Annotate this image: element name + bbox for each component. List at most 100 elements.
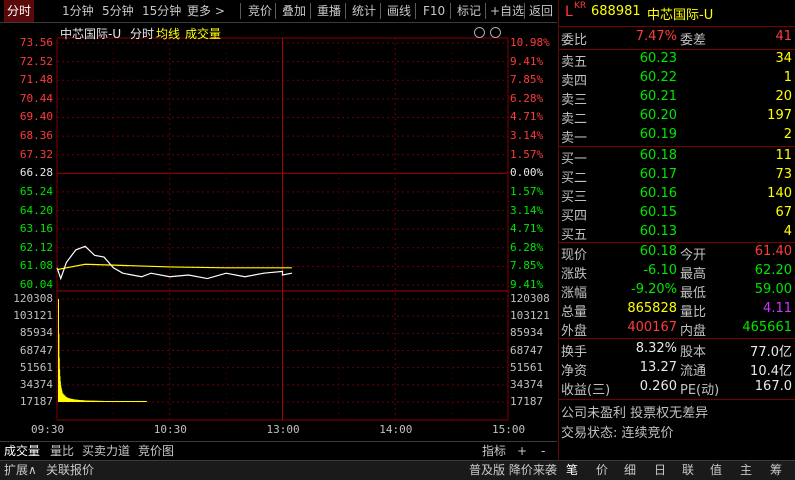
stats-value: 0.260 — [639, 379, 677, 394]
ask-row[interactable]: 卖二 60.20 197 — [561, 108, 794, 127]
bid-label: 买五 — [561, 228, 588, 243]
toolbar-overlay[interactable]: 叠加 — [282, 0, 306, 22]
toolbar-divider — [524, 3, 525, 19]
ask-label: 卖二 — [561, 112, 588, 127]
ask-volume: 197 — [767, 108, 792, 123]
ask-row[interactable]: 卖五 60.23 34 — [561, 51, 794, 70]
quote-row[interactable]: 现价 60.18 今开 61.40 — [561, 244, 794, 263]
tab-chips[interactable]: 筹 — [770, 461, 782, 480]
bid-row[interactable]: 买三 60.16 140 — [561, 186, 794, 205]
stock-code: 688981 — [591, 4, 641, 19]
toolbar-5min[interactable]: 5分钟 — [102, 0, 134, 22]
toolbar-divider — [450, 3, 451, 19]
bid-volume: 140 — [767, 186, 792, 201]
bid-row[interactable]: 买四 60.15 67 — [561, 205, 794, 224]
time-tick: 13:00 — [266, 423, 300, 436]
price-tick-right: 1.57% — [510, 184, 544, 198]
tab-volume-ratio[interactable]: 量比 — [50, 442, 74, 460]
toolbar-15min[interactable]: 15分钟 — [142, 0, 181, 22]
toolbar-more[interactable]: 更多 > — [187, 0, 225, 22]
volume-bar — [145, 401, 147, 402]
price-line — [56, 245, 293, 281]
toolbar-mark[interactable]: 标记 — [457, 0, 481, 22]
ask-row[interactable]: 卖三 60.21 20 — [561, 89, 794, 108]
zoom-out-button[interactable]: - — [541, 442, 545, 460]
quote-row[interactable]: 涨幅 -9.20% 最低 59.00 — [561, 282, 794, 301]
toolbar-back[interactable]: 返回 — [529, 0, 553, 22]
indicator-button[interactable]: 指标 — [482, 442, 506, 460]
zoom-icon[interactable] — [490, 27, 501, 38]
toolbar-divider — [275, 3, 276, 19]
related-quotes-button[interactable]: 关联报价 — [46, 461, 94, 480]
ask-volume: 1 — [783, 70, 792, 85]
tab-volume[interactable]: 成交量 — [4, 442, 40, 460]
chart-canvas[interactable] — [0, 23, 557, 440]
quote-value: 62.20 — [754, 263, 792, 278]
tab-linked[interactable]: 联 — [682, 461, 694, 480]
chart-mode-label: 分时 — [130, 27, 155, 41]
price-tick-left: 64.20 — [19, 203, 53, 217]
bid-label: 买一 — [561, 152, 588, 167]
bid-row[interactable]: 买一 60.18 11 — [561, 148, 794, 167]
bid-price: 60.15 — [639, 205, 677, 220]
stats-value: 77.0亿 — [750, 345, 792, 360]
toolbar-add-watchlist[interactable]: +自选 — [490, 0, 524, 22]
quote-row[interactable]: 外盘 400167 内盘 465661 — [561, 320, 794, 339]
toolbar-draw[interactable]: 画线 — [387, 0, 411, 22]
ask-volume: 34 — [775, 51, 792, 66]
volume-tick-right: 51561 — [510, 360, 544, 374]
tab-value[interactable]: 值 — [710, 461, 722, 480]
tab-detail[interactable]: 细 — [624, 461, 636, 480]
ask-row[interactable]: 卖一 60.19 2 — [561, 127, 794, 146]
ask-row[interactable]: 卖四 60.22 1 — [561, 70, 794, 89]
bid-price: 60.17 — [639, 167, 677, 182]
ask-label: 卖一 — [561, 131, 588, 146]
time-tick: 10:30 — [153, 423, 187, 436]
weibi-row: 委比 7.47% 委差 41 — [561, 29, 794, 48]
toolbar-auction[interactable]: 竞价 — [248, 0, 272, 22]
toolbar-replay[interactable]: 重播 — [317, 0, 341, 22]
price-tick-right: 6.28% — [510, 91, 544, 105]
tab-auction-chart[interactable]: 竞价图 — [138, 442, 174, 460]
ask-price: 60.19 — [639, 127, 677, 142]
toolbar-timeshare[interactable]: 分时 — [4, 0, 34, 22]
trade-status: 交易状态: 连续竞价 — [561, 422, 794, 441]
stats-row[interactable]: 收益(三) 0.260 PE(动) 167.0 — [561, 379, 794, 398]
stats-row[interactable]: 净资 13.27 流通 10.4亿 — [561, 360, 794, 379]
zoom-in-button[interactable]: + — [517, 442, 527, 460]
chart-title: 中芯国际-U — [60, 27, 122, 41]
toolbar-1min[interactable]: 1分钟 — [62, 0, 94, 22]
tab-price[interactable]: 价 — [596, 461, 608, 480]
tab-buy-sell-force[interactable]: 买卖力道 — [82, 442, 130, 460]
volume-tick-left: 17187 — [19, 395, 53, 408]
stats-value: 10.4亿 — [750, 364, 792, 379]
settings-icon[interactable] — [474, 27, 485, 38]
bid-volume: 73 — [775, 167, 792, 182]
toolbar-f10[interactable]: F10 — [423, 0, 445, 22]
promo-label[interactable]: 普及版 降价来袭 — [469, 461, 557, 480]
stats-label: 换手 — [561, 345, 588, 360]
expand-button[interactable]: 扩展∧ — [4, 461, 37, 480]
timeshare-chart[interactable]: 中芯国际-U 分时 均线 成交量 73.56 10.98% 72.52 9.41% 71… — [0, 23, 557, 440]
bid-row[interactable]: 买二 60.17 73 — [561, 167, 794, 186]
chart-grid — [56, 37, 509, 421]
ask-price: 60.22 — [639, 70, 677, 85]
quote-label: 最高 — [680, 267, 707, 282]
quote-value: 465661 — [742, 320, 792, 335]
quote-row[interactable]: 总量 865828 量比 4.11 — [561, 301, 794, 320]
stats-row[interactable]: 换手 8.32% 股本 77.0亿 — [561, 341, 794, 360]
tab-main[interactable]: 主 — [740, 461, 752, 480]
price-tick-left: 70.44 — [19, 91, 53, 105]
price-tick-right: 6.28% — [510, 240, 544, 254]
market-superscript: KR — [574, 1, 587, 11]
quote-row[interactable]: 涨跌 -6.10 最高 62.20 — [561, 263, 794, 282]
price-tick-left: 71.48 — [19, 73, 53, 87]
bid-row[interactable]: 买五 60.13 4 — [561, 224, 794, 243]
stats-label: 收益(三) — [561, 383, 611, 398]
tab-tick[interactable]: 笔 — [566, 461, 578, 480]
tab-daily[interactable]: 日 — [654, 461, 666, 480]
weicha-value: 41 — [775, 29, 792, 44]
volume-tick-right: 120308 — [510, 292, 550, 305]
toolbar-stats[interactable]: 统计 — [352, 0, 376, 22]
quote-label: 现价 — [561, 248, 588, 263]
